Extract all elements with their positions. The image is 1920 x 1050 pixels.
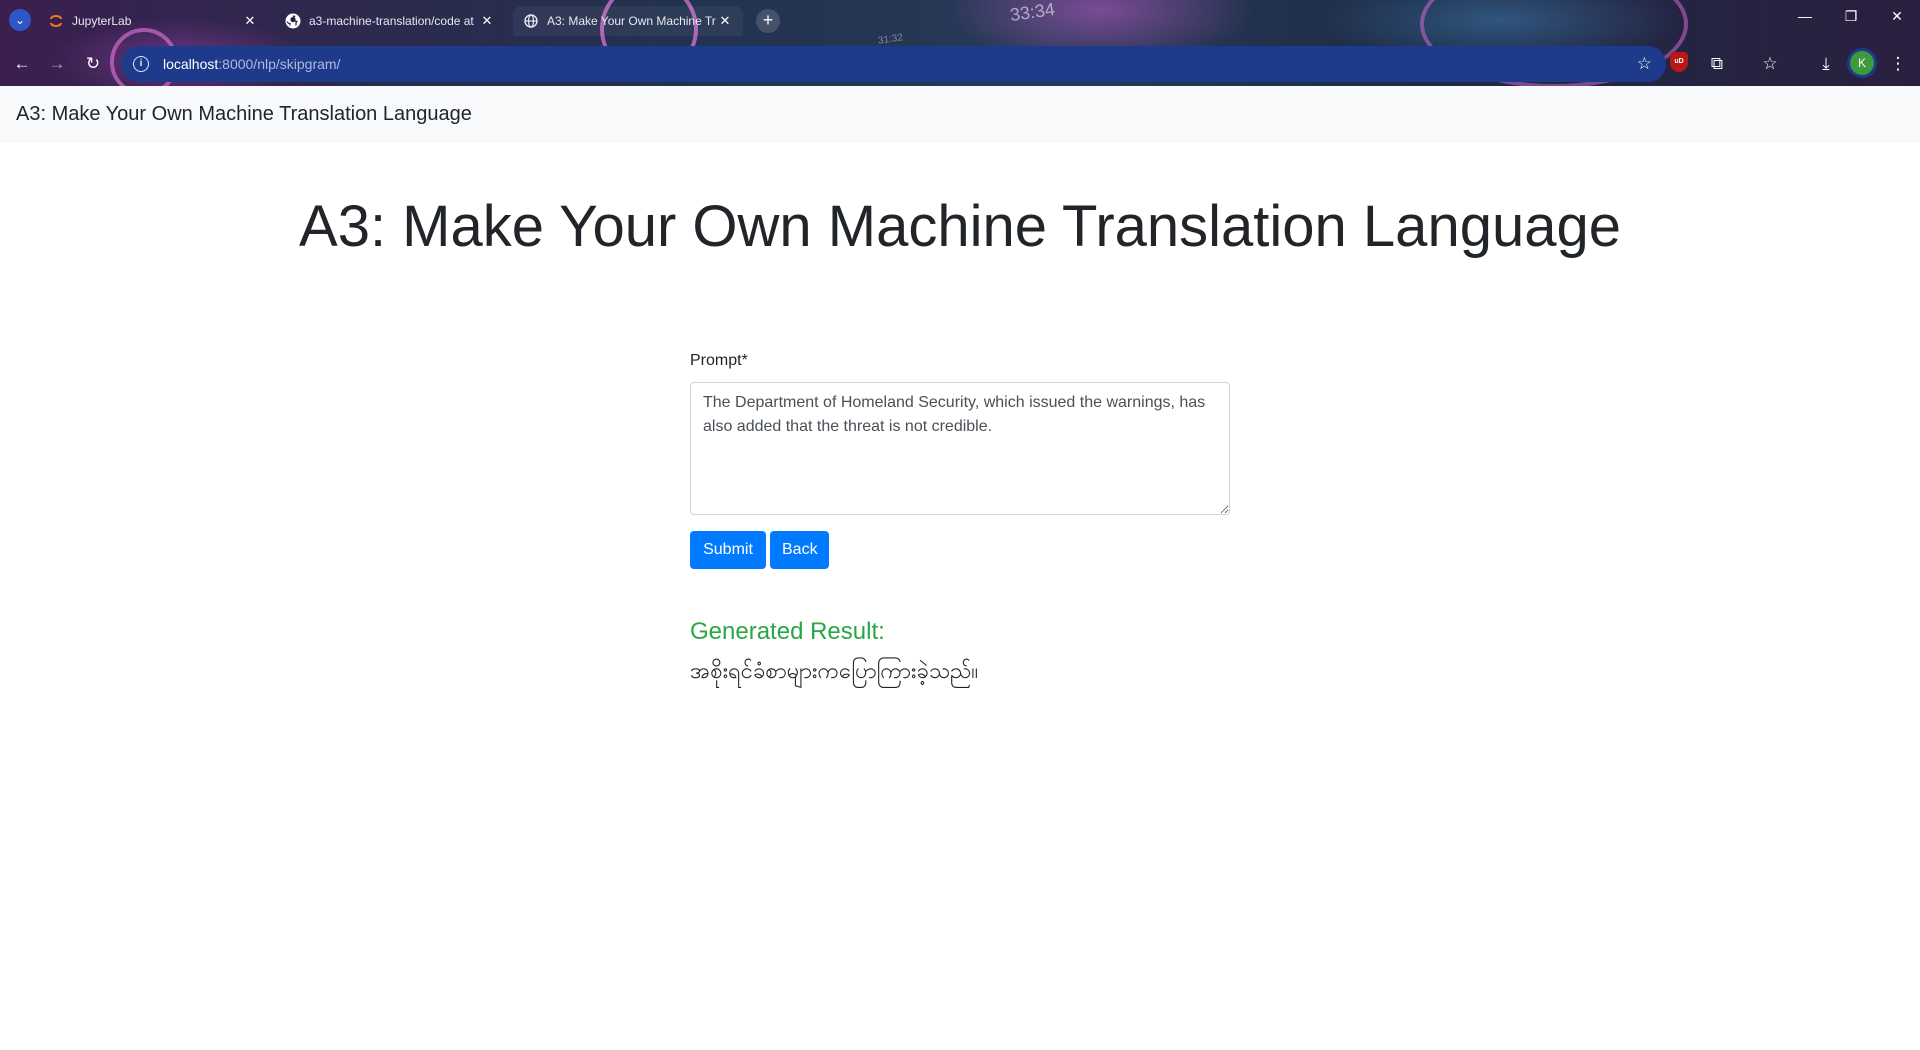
navbar-brand[interactable]: A3: Make Your Own Machine Translation La…: [16, 103, 472, 126]
close-icon[interactable]: ✕: [479, 13, 495, 29]
arrow-left-icon: ←: [13, 54, 31, 73]
url-host: localhost: [163, 56, 219, 72]
bookmark-star-icon[interactable]: ☆: [1637, 54, 1652, 74]
minimize-icon: —: [1798, 8, 1812, 24]
url-text: localhost:8000/nlp/skipgram/: [163, 56, 340, 72]
submit-button[interactable]: Submit: [690, 531, 766, 569]
ublock-label: uD: [1674, 58, 1684, 65]
prompt-textarea[interactable]: The Department of Homeland Security, whi…: [690, 382, 1230, 515]
new-tab-button[interactable]: +: [756, 9, 780, 33]
arrow-right-icon: →: [48, 54, 66, 73]
tab-jupyterlab[interactable]: JupyterLab ✕: [38, 6, 268, 36]
profile-avatar[interactable]: K: [1850, 51, 1874, 75]
close-icon[interactable]: ✕: [717, 13, 733, 29]
jupyter-icon: [48, 13, 64, 29]
browser-toolbar: ← → ↻ i localhost:8000/nlp/skipgram/ ☆: [0, 46, 1920, 82]
bookmarks-icon[interactable]: ☆: [1757, 52, 1783, 76]
page-title: A3: Make Your Own Machine Translation La…: [299, 194, 1621, 259]
back-button[interactable]: Back: [770, 531, 829, 569]
ublock-extension-icon[interactable]: uD: [1670, 52, 1688, 72]
close-icon: ✕: [1891, 8, 1903, 24]
close-window-button[interactable]: ✕: [1882, 8, 1912, 25]
browser-chrome: 33:34 31:32 ⌄ JupyterLab ✕ a3-machine-tr…: [0, 0, 1920, 86]
chevron-down-icon: ⌄: [14, 13, 26, 27]
tab-title: JupyterLab: [72, 14, 132, 28]
plus-icon: +: [762, 10, 774, 30]
back-nav-button[interactable]: ←: [10, 52, 34, 76]
download-icon[interactable]: ⤓: [1813, 52, 1839, 76]
tab-title: a3-machine-translation/code at: [309, 14, 474, 28]
menu-kebab-icon[interactable]: ⋮: [1885, 52, 1911, 76]
tab-github[interactable]: a3-machine-translation/code at ✕: [275, 6, 505, 36]
minimize-button[interactable]: —: [1790, 8, 1820, 24]
tab-title: A3: Make Your Own Machine Tr: [547, 14, 716, 28]
extensions-puzzle-icon[interactable]: ⧉: [1704, 52, 1730, 76]
result-title: Generated Result:: [690, 618, 885, 645]
address-bar[interactable]: i localhost:8000/nlp/skipgram/ ☆: [121, 46, 1666, 82]
tab-bar: ⌄ JupyterLab ✕ a3-machine-translation/co…: [0, 0, 1920, 42]
prompt-label: Prompt*: [690, 352, 748, 369]
tab-a3-make-your-own[interactable]: A3: Make Your Own Machine Tr ✕: [513, 6, 743, 36]
forward-nav-button[interactable]: →: [45, 52, 69, 76]
result-text: အစိုးရင်ခံစာများကပြောကြားခဲ့သည်။: [690, 658, 979, 683]
site-info-icon[interactable]: i: [133, 56, 149, 72]
url-path: :8000/nlp/skipgram/: [218, 56, 341, 72]
globe-icon: [523, 13, 539, 29]
tab-search-button[interactable]: ⌄: [9, 9, 31, 31]
reload-icon: ↻: [85, 54, 101, 73]
page-navbar: A3: Make Your Own Machine Translation La…: [0, 86, 1920, 143]
reload-button[interactable]: ↻: [81, 52, 105, 76]
github-icon: [285, 13, 301, 29]
close-icon[interactable]: ✕: [242, 13, 258, 29]
restore-icon: ❐: [1844, 8, 1858, 24]
restore-button[interactable]: ❐: [1836, 8, 1866, 25]
